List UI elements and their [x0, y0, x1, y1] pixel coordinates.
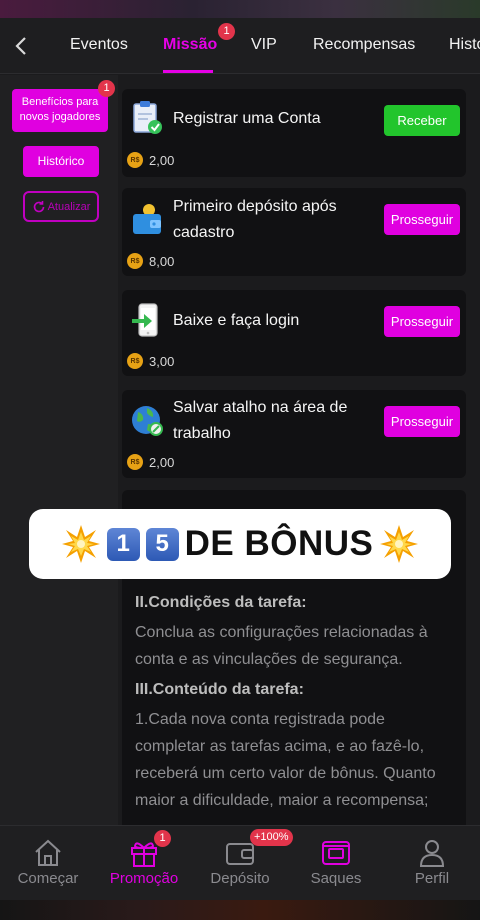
task-reward: R$ 2,00: [127, 454, 174, 470]
top-status-strip: [0, 0, 480, 18]
bottom-nav-label: Perfil: [414, 870, 450, 887]
user-icon: [419, 840, 445, 867]
conditions-text: Conclua as configurações relacionadas à …: [135, 624, 428, 668]
task-card: Primeiro depósito após cadastro Prossegu…: [122, 188, 466, 276]
receive-button[interactable]: Receber: [384, 105, 460, 136]
bottom-nav-label: Depósito: [210, 870, 270, 887]
tab-missao[interactable]: Missão: [163, 36, 217, 54]
back-arrow-icon[interactable]: [12, 34, 32, 58]
proceed-button[interactable]: Prosseguir: [384, 406, 460, 437]
refresh-icon: [33, 200, 44, 212]
task-card: Salvar atalho na área de trabalho Prosse…: [122, 390, 466, 478]
reward-amount: 3,00: [149, 353, 175, 369]
sidebar-benefits-badge: 1: [98, 80, 115, 97]
task-reward: R$ 3,00: [127, 353, 174, 369]
refresh-button[interactable]: Atualizar: [23, 191, 99, 222]
bottom-nav-saques[interactable]: Saques: [288, 826, 384, 901]
bottom-nav: Começar Promoção 1 Depósito +100% Saques…: [0, 825, 480, 900]
sidebar-history-button[interactable]: Histórico: [23, 146, 99, 177]
home-icon: [35, 839, 61, 866]
tab-vip[interactable]: VIP: [251, 36, 277, 54]
phone-login-icon: [130, 302, 164, 338]
promocao-badge: 1: [154, 830, 171, 847]
coin-icon: R$: [127, 353, 143, 369]
task-title: Primeiro depósito após cadastro: [173, 198, 337, 241]
bottom-nav-label: Promoção: [109, 870, 179, 887]
bonus-text: DE BÔNUS: [184, 524, 374, 563]
sidebar-benefits-button[interactable]: Benefícios para novos jogadores: [12, 89, 108, 132]
content-text: 1.Cada nova conta registrada pode comple…: [135, 711, 436, 809]
bottom-nav-label: Começar: [17, 870, 79, 887]
content-heading: III.Conteúdo da tarefa:: [135, 681, 304, 698]
sidebar: Benefícios para novos jogadores 1 Histór…: [0, 75, 118, 825]
coin-icon: R$: [127, 253, 143, 269]
coin-icon: R$: [127, 454, 143, 470]
coin-icon: R$: [127, 152, 143, 168]
digit-1-box: 1: [106, 527, 140, 561]
tab-recompensas[interactable]: Recompensas: [313, 36, 415, 54]
task-reward: R$ 8,00: [127, 253, 174, 269]
reward-amount: 8,00: [149, 253, 175, 269]
bottom-nav-comecar[interactable]: Começar: [0, 826, 96, 901]
task-card: Baixe e faça login Prosseguir R$ 3,00: [122, 290, 466, 376]
task-title: Registrar uma Conta: [173, 110, 321, 127]
active-tab-indicator: [163, 70, 213, 73]
tab-eventos[interactable]: Eventos: [70, 36, 128, 54]
bottom-nav-label: Saques: [310, 870, 362, 887]
task-reward: R$ 2,00: [127, 152, 174, 168]
bottom-edge-strip: [0, 900, 480, 920]
reward-amount: 2,00: [149, 454, 175, 470]
clipboard-check-icon: [130, 100, 164, 136]
digit-5-box: 5: [145, 527, 179, 561]
explosion-icon: [380, 525, 419, 563]
explosion-icon: [61, 525, 100, 563]
refresh-label: Atualizar: [47, 200, 91, 213]
bonus-banner: 1 5 DE BÔNUS: [29, 509, 451, 579]
tab-historico[interactable]: Histo: [449, 36, 480, 54]
conditions-heading: II.Condições da tarefa:: [135, 594, 307, 611]
task-title: Baixe e faça login: [173, 312, 300, 329]
task-title: Salvar atalho na área de trabalho: [173, 399, 348, 442]
wallet-icon: [130, 201, 164, 237]
reward-amount: 2,00: [149, 152, 175, 168]
proceed-button[interactable]: Prosseguir: [384, 204, 460, 235]
bottom-nav-perfil[interactable]: Perfil: [384, 826, 480, 901]
top-nav: Eventos Missão 1 VIP Recompensas Histo: [0, 18, 480, 74]
globe-link-icon: [130, 402, 164, 438]
bottom-nav-promocao[interactable]: Promoção: [96, 826, 192, 901]
task-card: Registrar uma Conta Receber R$ 2,00: [122, 89, 466, 177]
proceed-button[interactable]: Prosseguir: [384, 306, 460, 337]
deposito-badge: +100%: [250, 829, 293, 846]
tab-missao-badge: 1: [218, 23, 235, 40]
withdraw-icon: [322, 841, 350, 865]
